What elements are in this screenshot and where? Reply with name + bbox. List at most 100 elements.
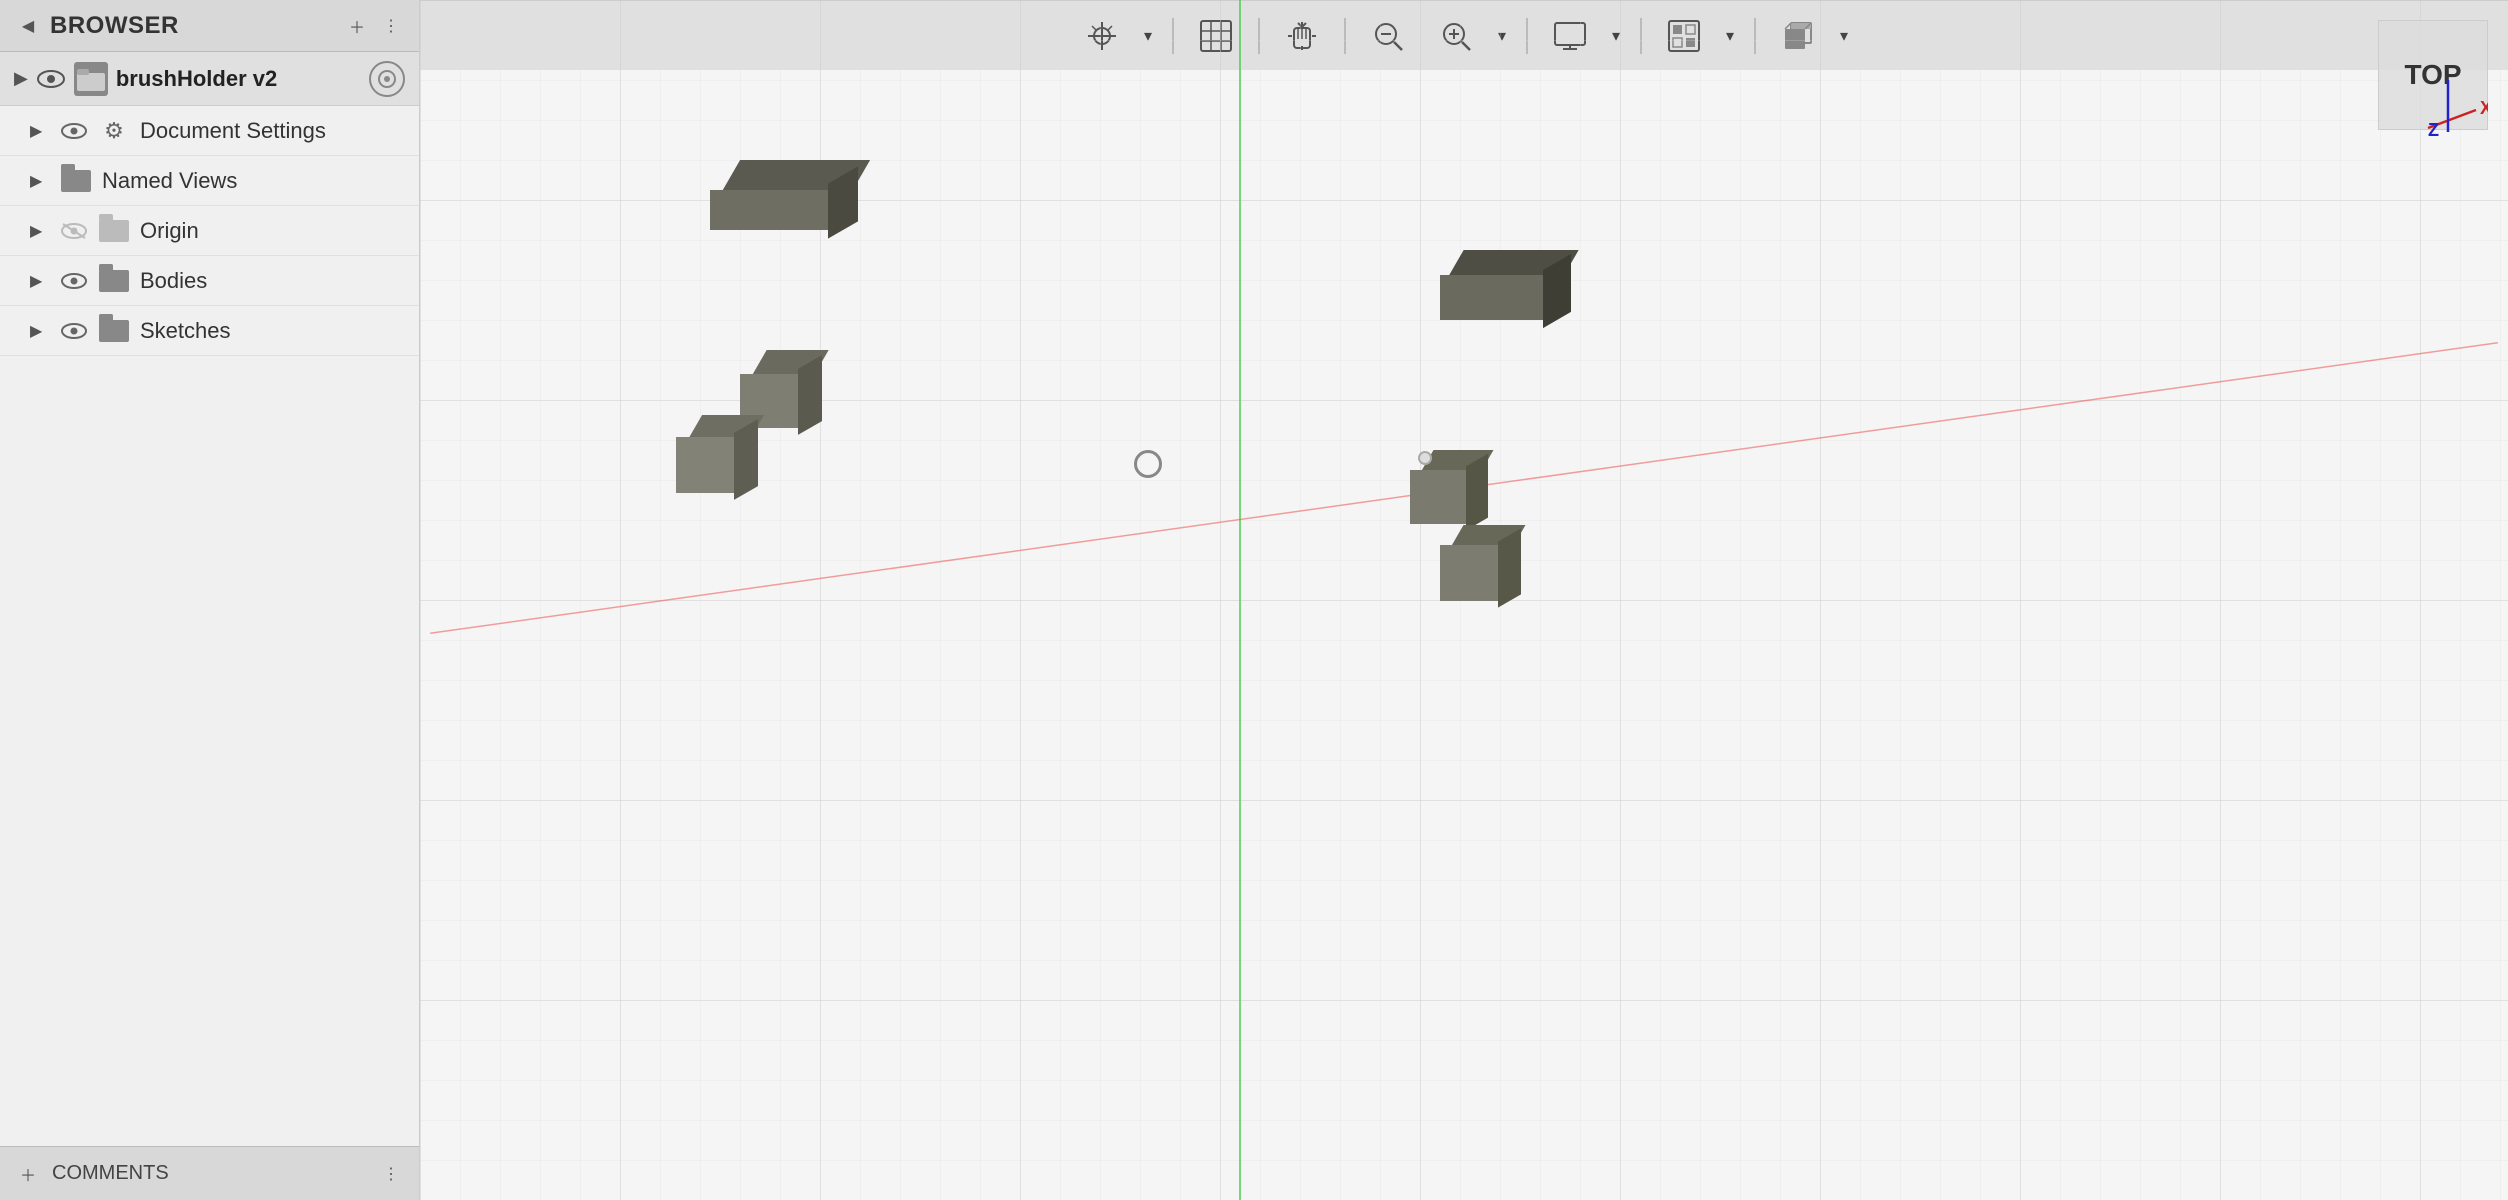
toolbar-group-viewcube: ▾ (1766, 11, 1858, 61)
eye-icon-bodies[interactable] (60, 267, 88, 295)
origin-dropdown-button[interactable]: ▾ (1134, 11, 1162, 61)
face-front (1440, 545, 1500, 601)
grid-icon (1199, 19, 1233, 53)
split-panel-button[interactable]: ⋮ (377, 12, 405, 40)
zoom-icon (1439, 19, 1473, 53)
separator-6 (1754, 18, 1756, 54)
grid-visibility-dropdown-button[interactable]: ▾ (1716, 11, 1744, 61)
eye-icon (37, 69, 65, 89)
3d-cube-bottomleft (676, 415, 756, 495)
face-side (1498, 528, 1521, 607)
sidebar: ◀ BROWSER ＋ ⋮ ▶ (0, 0, 420, 1200)
separator-4 (1526, 18, 1528, 54)
origin-button[interactable] (1070, 11, 1134, 61)
tree-item-named-views[interactable]: ▶ Named Views (0, 156, 419, 206)
eye-icon-origin[interactable] (60, 217, 88, 245)
separator-3 (1344, 18, 1346, 54)
toolbar-group-display: ▾ (1538, 11, 1630, 61)
grid-display-button[interactable] (1184, 11, 1248, 61)
tree-item-document-settings[interactable]: ▶ ⚙ Document Settings (0, 106, 419, 156)
pan-button[interactable] (1270, 11, 1334, 61)
face-front (676, 437, 736, 493)
add-comment-button[interactable]: ＋ (14, 1160, 42, 1188)
expand-arrow-bodies[interactable]: ▶ (30, 271, 50, 291)
selection-handle-dot (1418, 451, 1432, 465)
document-expand-arrow[interactable]: ▶ (14, 68, 28, 89)
viewcube-button[interactable] (1766, 11, 1830, 61)
collapse-browser-button[interactable]: ◀ (14, 12, 42, 40)
viewcube-dropdown-button[interactable]: ▾ (1830, 11, 1858, 61)
toolbar-group-grid-visibility: ▾ (1652, 11, 1744, 61)
document-folder-icon (74, 62, 108, 96)
named-views-label: Named Views (102, 168, 237, 194)
origin-label: Origin (140, 218, 199, 244)
gear-icon: ⚙ (104, 118, 124, 144)
add-panel-button[interactable]: ＋ (343, 12, 371, 40)
display-dropdown-button[interactable]: ▾ (1602, 11, 1630, 61)
viewport[interactable]: TOP X Z (420, 0, 2508, 1200)
grid-visibility-button[interactable] (1652, 11, 1716, 61)
axis-indicator: TOP X Z (2368, 20, 2488, 140)
comments-split-button[interactable]: ⋮ (377, 1160, 405, 1188)
tree-item-sketches[interactable]: ▶ Sketches (0, 306, 419, 356)
expand-arrow-doc-settings[interactable]: ▶ (30, 121, 50, 141)
snap-icon (1084, 18, 1120, 54)
doc-settings-label: Document Settings (140, 118, 326, 144)
svg-text:X: X (2480, 98, 2488, 118)
separator-1 (1172, 18, 1174, 54)
document-eye-icon[interactable] (36, 64, 66, 94)
toolbar-group-zoom: ▾ (1424, 11, 1516, 61)
folder-icon-named-views (60, 167, 92, 195)
browser-title: BROWSER (50, 12, 179, 40)
3d-brick-topright (1440, 250, 1570, 340)
folder-icon-origin (98, 217, 130, 245)
target-icon (377, 69, 397, 89)
bodies-label: Bodies (140, 268, 207, 294)
viewcube-icon (1781, 19, 1815, 53)
bottom-toolbar: ▾ (420, 0, 2508, 70)
toolbar-group-grid (1184, 11, 1248, 61)
expand-arrow-origin[interactable]: ▶ (30, 221, 50, 241)
document-item[interactable]: ▶ brushHolder v2 (0, 52, 419, 106)
tree-item-origin[interactable]: ▶ Origin (0, 206, 419, 256)
folder-icon-bodies (98, 267, 130, 295)
pan-icon (1285, 19, 1319, 53)
center-origin-dot (1134, 450, 1162, 478)
eye-icon-doc-settings[interactable] (60, 117, 88, 145)
face-side (798, 355, 822, 435)
face-side (1466, 454, 1488, 531)
display-mode-button[interactable] (1538, 11, 1602, 61)
face-front (1410, 470, 1468, 524)
sketches-label: Sketches (140, 318, 231, 344)
zoom-dropdown-button[interactable]: ▾ (1488, 11, 1516, 61)
axis-lines-svg: X Z (2368, 20, 2488, 140)
face-front (1440, 275, 1545, 320)
expand-arrow-sketches[interactable]: ▶ (30, 321, 50, 341)
tree-item-bodies[interactable]: ▶ Bodies (0, 256, 419, 306)
zoom-fit-icon (1371, 19, 1405, 53)
document-name: brushHolder v2 (116, 66, 361, 92)
separator-2 (1258, 18, 1260, 54)
header-controls: ＋ ⋮ (343, 12, 405, 40)
face-front (710, 190, 830, 230)
folder-icon-sketches (98, 317, 130, 345)
3d-cube-midright-bottom (1440, 525, 1518, 603)
eye-icon-sketches[interactable] (60, 317, 88, 345)
sidebar-header-left: ◀ BROWSER (14, 12, 179, 40)
comments-bar: ＋ COMMENTS ⋮ (0, 1146, 419, 1200)
zoom-button[interactable] (1424, 11, 1488, 61)
display-icon (1553, 19, 1587, 53)
eye-hidden-icon (61, 222, 87, 240)
eye-icon (61, 272, 87, 290)
comments-label: COMMENTS (52, 1162, 169, 1185)
main-area: ◀ BROWSER ＋ ⋮ ▶ (0, 0, 2508, 1200)
3d-brick-topleft (710, 160, 850, 230)
document-settings-circle-button[interactable] (369, 61, 405, 97)
separator-5 (1640, 18, 1642, 54)
app-container: ◀ BROWSER ＋ ⋮ ▶ (0, 0, 2508, 1200)
zoom-fit-button[interactable] (1356, 11, 1420, 61)
toolbar-group-origin: ▾ (1070, 11, 1162, 61)
expand-arrow-named-views[interactable]: ▶ (30, 171, 50, 191)
folder-icon-doc-settings: ⚙ (98, 117, 130, 145)
face-side (734, 419, 758, 500)
